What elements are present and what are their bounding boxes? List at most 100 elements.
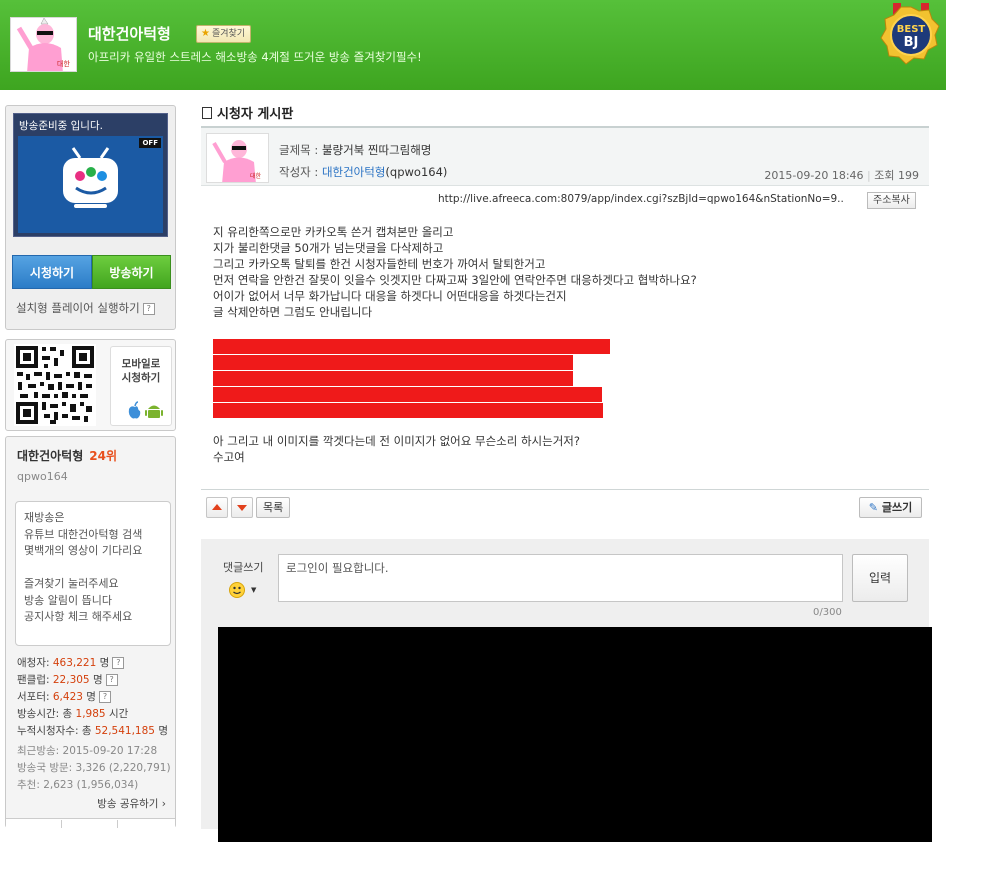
apple-icon xyxy=(128,401,141,419)
broadcast-panel: 방송준비중 입니다. OFF 시청하기 방송하기 설치형 플레이어 실행하기? xyxy=(5,105,176,330)
redaction-bar xyxy=(213,387,602,402)
mobile-os-icons xyxy=(125,399,165,421)
qr-code xyxy=(14,344,96,426)
favorite-button[interactable]: ★ 즐겨찾기 xyxy=(196,25,252,43)
station-visits: 방송국 방문: 3,326 (2,220,791) xyxy=(17,762,171,774)
upvote-button[interactable] xyxy=(206,497,228,518)
body-line: 지 유리한쪽으로만 카카오톡 쓴거 캡쳐본만 올리고 xyxy=(213,225,454,239)
best-bj-badge: BEST BJ xyxy=(879,1,943,71)
body-line: 어이가 없어서 너무 화가납니다 대응을 하겟다니 어떤대응을 하겟다는건지 xyxy=(213,289,567,303)
avatar-stamp: 대한 xyxy=(250,172,262,180)
post-date: 2015-09-20 18:46 xyxy=(764,169,864,182)
bj-id: qpwo164 xyxy=(17,470,68,483)
post-divider xyxy=(201,489,929,490)
help-icon[interactable]: ? xyxy=(112,657,125,669)
broadcast-preview[interactable]: OFF xyxy=(18,136,163,233)
channel-header: 대한 대한건아턱형 ★ 즐겨찾기 아프리카 유일한 스트레스 해소방송 4계절 뜨… xyxy=(0,0,946,90)
channel-title: 대한건아턱형 xyxy=(88,25,171,43)
stat-value: 463,221 xyxy=(52,657,97,669)
stat-total-viewers: 누적시청자수: 총 52,541,185 명 xyxy=(17,723,168,740)
broadcast-status-box: 방송준비중 입니다. OFF xyxy=(13,113,168,237)
board-title-text: 시청자 게시판 xyxy=(217,107,294,122)
post-date-views: 2015-09-20 18:46 | 조회 199 xyxy=(764,167,919,183)
redaction-bar xyxy=(213,371,573,386)
stat-unit: 명 xyxy=(158,725,168,737)
downvote-button[interactable] xyxy=(231,497,253,518)
stat-supporter: 서포터: 6,423 명? xyxy=(17,689,168,706)
channel-description: 아프리카 유일한 스트레스 해소방송 4계절 뜨거운 방송 즐겨찾기필수! xyxy=(88,50,422,64)
notice-line: 공지사항 체크 해주세요 xyxy=(24,610,133,623)
sidebar-bottom-tabs xyxy=(6,818,175,828)
document-icon xyxy=(202,107,212,119)
redacted-text-block xyxy=(213,339,611,420)
write-button[interactable]: ✎ 글쓰기 xyxy=(859,497,922,518)
stat-label: 팬클럽: xyxy=(17,674,50,686)
stat-unit: 명 xyxy=(99,657,110,669)
pencil-icon: ✎ xyxy=(868,501,878,514)
stat-value: 6,423 xyxy=(52,691,83,703)
channel-avatar[interactable]: 대한 xyxy=(10,17,77,72)
share-broadcast-link[interactable]: 방송 공유하기 › xyxy=(97,796,166,811)
stat-unit: 명 xyxy=(86,691,96,703)
broadcast-button[interactable]: 방송하기 xyxy=(92,255,171,289)
redaction-bar xyxy=(213,339,610,354)
favorite-label: 즐겨찾기 xyxy=(211,29,246,39)
mobile-watch-button[interactable]: 모바일로 시청하기 xyxy=(110,346,172,426)
notice-line: 즐겨찾기 눌러주세요 xyxy=(24,577,119,590)
help-icon[interactable]: ? xyxy=(105,674,118,686)
bj-info-panel: 대한건아턱형 24위 qpwo164 재방송은 유튜브 대한건아턱형 검색 몇백개… xyxy=(5,436,176,828)
afreeca-tv-icon xyxy=(63,147,118,208)
broadcast-status-text: 방송준비중 입니다. xyxy=(19,120,103,132)
author-label: 작성자 : xyxy=(279,165,319,179)
comment-input[interactable]: 로그인이 필요합니다. xyxy=(278,554,843,602)
badge-best-text: BEST xyxy=(897,24,926,35)
separator: | xyxy=(867,169,871,182)
tab-1[interactable] xyxy=(6,820,62,828)
star-icon: ★ xyxy=(201,28,210,39)
arrow-up-icon xyxy=(212,504,222,510)
bj-stats: 애청자: 463,221 명? 팬클럽: 22,305 명? 서포터: 6,42… xyxy=(17,655,168,740)
bj-notice: 재방송은 유튜브 대한건아턱형 검색 몇백개의 영상이 기다리요 즐겨찾기 눌러… xyxy=(15,501,171,646)
body-line: 아 그리고 내 이미지를 깍겟다는데 전 이미지가 없어요 무슨소리 하시는거저… xyxy=(213,434,580,448)
help-icon[interactable]: ? xyxy=(142,302,155,315)
stat-label: 애청자: xyxy=(17,657,50,669)
notice-line: 몇백개의 영상이 기다리요 xyxy=(24,544,143,557)
comment-char-count: 0/300 xyxy=(813,607,842,618)
watch-button[interactable]: 시청하기 xyxy=(12,255,92,289)
post-subject: 불량거북 찐따그림해명 xyxy=(321,143,432,157)
avatar-stamp: 대한 xyxy=(57,60,70,68)
comment-label: 댓글쓰기 xyxy=(223,561,264,574)
post-author-row: 작성자 : 대한건아턱형(qpwo164) xyxy=(279,164,447,180)
list-button[interactable]: 목록 xyxy=(256,497,291,518)
chevron-down-icon[interactable]: ▼ xyxy=(251,586,256,594)
tab-3[interactable] xyxy=(118,820,174,828)
comment-submit-button[interactable]: 입력 xyxy=(852,554,908,602)
write-label: 글쓰기 xyxy=(881,501,913,514)
author-avatar: 대한 xyxy=(206,133,269,183)
stat-unit: 명 xyxy=(92,674,103,686)
off-tag: OFF xyxy=(139,138,161,148)
subject-label: 글제목 : xyxy=(279,143,319,157)
stat-value: 52,541,185 xyxy=(94,725,155,737)
post-author-id: (qpwo164) xyxy=(385,165,448,179)
body-line: 지가 불리한댓글 50개가 넘는댓글을 다삭제하고 xyxy=(213,241,444,255)
copy-url-button[interactable]: 주소복사 xyxy=(867,192,916,209)
mobile-watch-label: 모바일로 시청하기 xyxy=(111,357,171,385)
stat-value: 22,305 xyxy=(52,674,90,686)
post-author[interactable]: 대한건아턱형 xyxy=(322,165,385,179)
arrow-down-icon xyxy=(237,505,247,511)
stat-label: 방송시간: 총 xyxy=(17,708,73,720)
notice-line: 유튜브 대한건아턱형 검색 xyxy=(24,527,143,541)
stat-label: 누적시청자수: 총 xyxy=(17,725,92,737)
help-icon[interactable]: ? xyxy=(98,691,111,703)
bj-name[interactable]: 대한건아턱형 24위 xyxy=(17,447,117,464)
badge-bj-text: BJ xyxy=(904,35,919,50)
installed-player-link[interactable]: 설치형 플레이어 실행하기? xyxy=(16,300,155,316)
installed-player-label: 설치형 플레이어 실행하기 xyxy=(16,301,140,315)
bj-history: 최근방송: 2015-09-20 17:28 방송국 방문: 3,326 (2,… xyxy=(17,743,171,794)
stat-broadcast-time: 방송시간: 총 1,985 시간 xyxy=(17,706,168,723)
tab-2[interactable] xyxy=(62,820,118,828)
emoji-picker-icon[interactable] xyxy=(229,582,245,598)
bj-rank: 24위 xyxy=(89,449,117,463)
stat-fanclub: 팬클럽: 22,305 명? xyxy=(17,672,168,689)
